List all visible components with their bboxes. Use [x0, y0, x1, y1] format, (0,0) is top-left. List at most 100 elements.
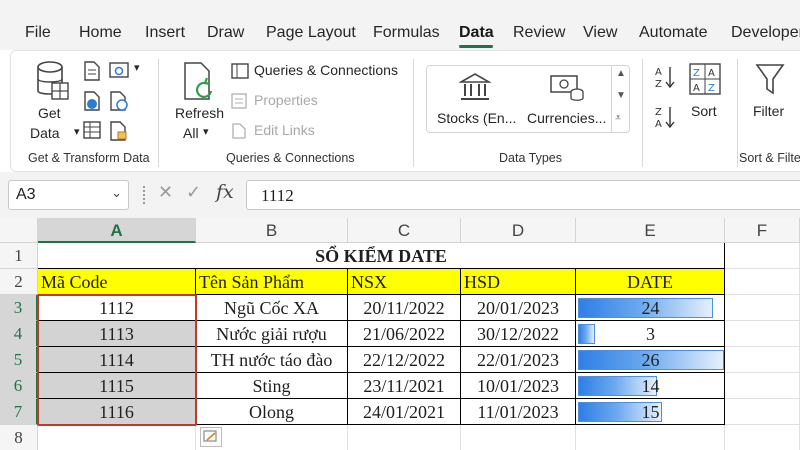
name-box[interactable]: A3 ⌄ — [8, 180, 129, 210]
from-text-icon[interactable] — [83, 61, 101, 81]
cell[interactable] — [725, 425, 800, 450]
hsd-cell[interactable]: 11/01/2023 — [461, 399, 576, 425]
header-cell-nsx[interactable]: NSX — [348, 269, 461, 295]
cell[interactable] — [725, 347, 800, 373]
cell[interactable] — [725, 295, 800, 321]
row-header-6[interactable]: 6 — [0, 373, 38, 399]
chevron-down-icon[interactable]: ⌄ — [111, 185, 122, 201]
hsd-cell[interactable]: 22/01/2023 — [461, 347, 576, 373]
hsd-cell[interactable]: 30/12/2022 — [461, 321, 576, 347]
row-header-2[interactable]: 2 — [0, 269, 38, 295]
properties-label: Properties — [254, 92, 318, 108]
quick-analysis-icon[interactable] — [200, 427, 222, 447]
column-header-a[interactable]: A — [38, 218, 196, 243]
group-label-get-transform: Get & Transform Data — [28, 151, 150, 165]
cell[interactable] — [725, 269, 800, 295]
column-header-c[interactable]: C — [348, 218, 461, 243]
header-cell-date[interactable]: DATE — [576, 269, 725, 295]
header-cell-name[interactable]: Tên Sản Phẩm — [196, 269, 348, 295]
cell[interactable] — [725, 321, 800, 347]
tab-draw[interactable]: Draw — [207, 24, 244, 42]
sort-za-icon[interactable]: Z A — [654, 105, 676, 129]
column-header-e[interactable]: E — [576, 218, 725, 243]
header-cell-code[interactable]: Mã Code — [38, 269, 196, 295]
name-cell[interactable]: TH nước táo đào — [196, 347, 348, 373]
sort-button[interactable]: Z A A Z Sort — [685, 59, 729, 143]
cell[interactable] — [38, 425, 196, 450]
from-table-icon[interactable] — [83, 121, 101, 139]
formula-value: 1112 — [261, 186, 294, 205]
tab-review[interactable]: Review — [513, 24, 565, 42]
tab-page-layout[interactable]: Page Layout — [266, 24, 356, 42]
queries-connections-button[interactable]: Queries & Connections — [229, 61, 409, 83]
cancel-icon[interactable]: ✕ — [158, 182, 173, 203]
tab-data[interactable]: Data — [459, 24, 494, 42]
cell[interactable] — [348, 425, 461, 450]
tab-insert[interactable]: Insert — [145, 24, 185, 42]
tab-view[interactable]: View — [583, 24, 617, 42]
currencies-button[interactable]: Currencies... — [525, 68, 609, 130]
edit-links-button[interactable]: Edit Links — [229, 121, 349, 143]
from-picture-icon[interactable] — [109, 61, 131, 81]
sheet-title[interactable]: SỔ KIỂM DATE — [38, 243, 725, 269]
sort-az-icon[interactable]: A Z — [654, 65, 676, 89]
nsx-cell[interactable]: 23/11/2021 — [348, 373, 461, 399]
row-header-4[interactable]: 4 — [0, 321, 38, 347]
cell[interactable] — [576, 425, 725, 450]
name-cell[interactable]: Ngũ Cốc XA — [196, 295, 348, 321]
chevron-down-icon[interactable]: ▾ — [134, 61, 140, 74]
cell[interactable] — [725, 399, 800, 425]
filter-label: Filter — [753, 103, 785, 119]
tab-developer[interactable]: Developer — [731, 24, 800, 42]
cell[interactable] — [725, 373, 800, 399]
chevron-down-icon[interactable]: ▼ — [616, 90, 626, 101]
get-data-button[interactable]: Get Data ▾ — [26, 59, 80, 143]
recent-sources-icon[interactable] — [109, 91, 129, 111]
refresh-label-2: All — [183, 125, 199, 141]
tab-formulas[interactable]: Formulas — [373, 24, 440, 42]
row-header-7[interactable]: 7 — [0, 399, 38, 425]
nsx-cell[interactable]: 20/11/2022 — [348, 295, 461, 321]
tab-file[interactable]: File — [25, 24, 51, 42]
chevron-up-icon[interactable]: ▲ — [616, 68, 626, 79]
column-header-f[interactable]: F — [725, 218, 800, 243]
name-cell[interactable]: Sting — [196, 373, 348, 399]
more-icon[interactable]: ⩡ — [615, 112, 621, 125]
cell[interactable] — [725, 243, 800, 269]
queries-icon — [231, 63, 249, 79]
currency-icon — [550, 75, 584, 101]
row-header-8[interactable]: 8 — [0, 425, 38, 450]
nsx-cell[interactable]: 22/12/2022 — [348, 347, 461, 373]
name-cell[interactable]: Nước giải rượu — [196, 321, 348, 347]
tab-automate[interactable]: Automate — [639, 24, 707, 42]
filter-button[interactable]: Filter — [749, 59, 795, 143]
refresh-all-button[interactable]: Refresh All ▾ — [171, 59, 229, 143]
from-web-icon[interactable] — [83, 91, 101, 111]
hsd-cell[interactable]: 10/01/2023 — [461, 373, 576, 399]
header-cell-hsd[interactable]: HSD — [461, 269, 576, 295]
confirm-icon[interactable]: ✓ — [186, 182, 201, 203]
hsd-cell[interactable]: 20/01/2023 — [461, 295, 576, 321]
stocks-button[interactable]: Stocks (En... — [429, 68, 523, 130]
currencies-label: Currencies... — [527, 110, 607, 126]
existing-connections-icon[interactable] — [109, 121, 129, 141]
tab-home[interactable]: Home — [79, 24, 122, 42]
nsx-cell[interactable]: 24/01/2021 — [348, 399, 461, 425]
cell[interactable] — [461, 425, 576, 450]
column-header-b[interactable]: B — [196, 218, 348, 243]
insert-function-icon[interactable]: fx — [216, 181, 234, 203]
svg-text:A: A — [655, 119, 662, 129]
row-header-1[interactable]: 1 — [0, 243, 38, 269]
row-header-5[interactable]: 5 — [0, 347, 38, 373]
select-all-corner[interactable] — [0, 218, 38, 243]
formula-bar-handle[interactable] — [143, 186, 145, 204]
column-header-d[interactable]: D — [461, 218, 576, 243]
nsx-cell[interactable]: 21/06/2022 — [348, 321, 461, 347]
properties-button[interactable]: Properties — [229, 91, 349, 113]
row-header-3[interactable]: 3 — [0, 295, 38, 321]
refresh-icon — [184, 62, 213, 100]
gallery-scroll[interactable]: ▲ ▼ ⩡ — [611, 66, 629, 132]
name-cell[interactable]: Olong — [196, 399, 348, 425]
worksheet-grid[interactable]: A B C D E F 1 2 3 4 5 6 7 8 SỔ KIỂM DATE… — [0, 218, 800, 450]
formula-input[interactable]: 1112 — [246, 180, 800, 210]
